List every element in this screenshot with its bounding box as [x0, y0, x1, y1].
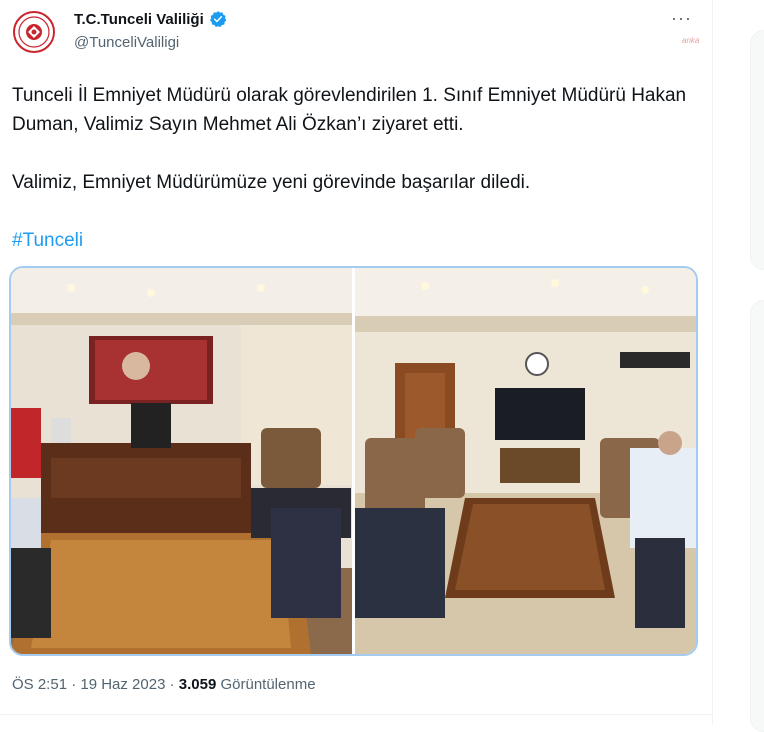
timestamp[interactable]: ÖS 2:51 · 19 Haz 2023 ·: [12, 676, 179, 693]
more-options-button[interactable]: ···: [671, 8, 692, 29]
views-count: 3.059: [178, 676, 217, 693]
column-divider: [712, 0, 713, 724]
tweet-paragraph-2: Valimiz, Emniyet Müdürümüze yeni görevin…: [12, 172, 531, 193]
tweet-meta: ÖS 2:51 · 19 Haz 2023 · 3.059 Görüntülen…: [12, 676, 316, 693]
divider: [0, 714, 712, 715]
tweet-paragraph-1: Tunceli İl Emniyet Müdürü olarak görevle…: [12, 85, 687, 135]
sidebar-panel: [750, 30, 764, 270]
photo-2[interactable]: [355, 268, 696, 654]
author-name-row[interactable]: T.C.Tunceli Valiliği: [74, 10, 227, 28]
display-name[interactable]: T.C.Tunceli Valiliği: [74, 11, 204, 28]
photo-1[interactable]: [11, 268, 352, 654]
tweet-text: Tunceli İl Emniyet Müdürü olarak görevle…: [12, 81, 702, 255]
media-grid: [9, 266, 698, 656]
tweet: T.C.Tunceli Valiliği @TunceliValiligi ··…: [0, 0, 712, 724]
views-label: Görüntülenme: [216, 676, 316, 693]
verified-badge-icon: [209, 11, 227, 28]
hashtag-link[interactable]: #Tunceli: [12, 226, 702, 255]
emblem-icon: [12, 10, 56, 54]
handle[interactable]: @TunceliValiligi: [74, 34, 179, 51]
sidebar-panel-2: [750, 300, 764, 732]
avatar[interactable]: [12, 10, 56, 54]
watermark: anka: [682, 36, 700, 45]
